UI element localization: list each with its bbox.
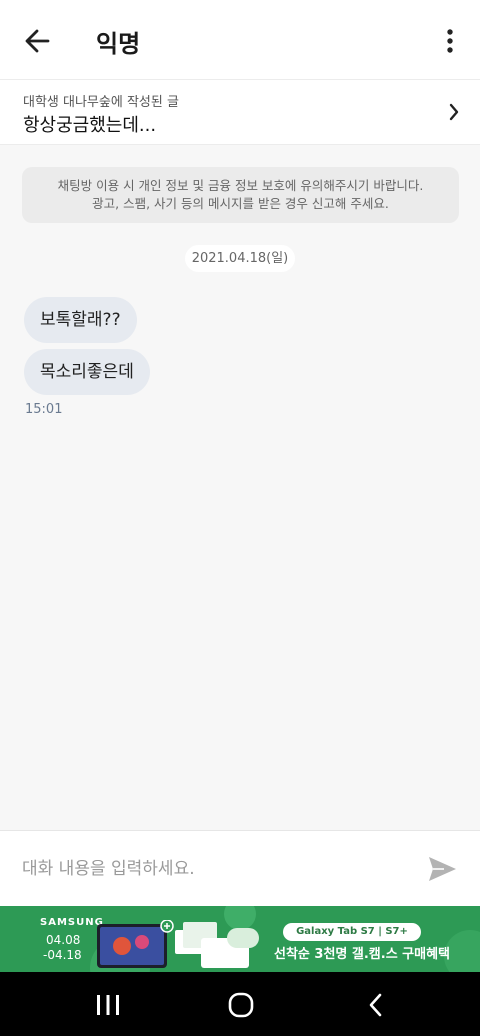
ad-date-start: 04.08 <box>46 933 81 947</box>
more-vertical-icon <box>447 29 453 53</box>
home-icon[interactable] <box>228 992 254 1018</box>
message-composer <box>0 830 480 906</box>
system-nav-bar <box>0 972 480 1036</box>
message-bubble[interactable]: 목소리좋은데 <box>24 349 150 395</box>
ad-brand: SAMSUNG <box>40 917 104 928</box>
notice-line-2: 광고, 스팸, 사기 등의 메시지를 받은 경우 신고해 주세요. <box>92 196 389 211</box>
page-title: 익명 <box>96 30 141 58</box>
send-icon <box>429 857 456 881</box>
post-link-bar[interactable]: 대학생 대나무숲에 작성된 글 항상궁금했는데... <box>0 80 480 145</box>
ad-product-pill: Galaxy Tab S7 | S7+ <box>283 923 421 941</box>
ad-headline: 선착순 3천명 갤.캠.스 구매혜택 <box>274 947 451 962</box>
message-input[interactable] <box>22 851 402 887</box>
chevron-right-icon <box>449 103 459 121</box>
safety-notice: 채팅방 이용 시 개인 정보 및 금융 정보 보호에 유의해주시기 바랍니다. … <box>22 167 459 223</box>
post-source-label: 대학생 대나무숲에 작성된 글 <box>23 95 179 110</box>
message-timestamp: 15:01 <box>25 402 63 417</box>
app-header: 익명 <box>0 0 480 80</box>
back-icon[interactable] <box>368 992 384 1018</box>
arrow-left-icon <box>25 29 50 53</box>
date-separator: 2021.04.18(일) <box>185 245 295 272</box>
post-title: 항상궁금했는데... <box>23 115 157 136</box>
ad-date-end: -04.18 <box>43 948 82 962</box>
back-button[interactable] <box>20 26 54 56</box>
more-options-button[interactable] <box>436 26 464 56</box>
notice-line-1: 채팅방 이용 시 개인 정보 및 금융 정보 보호에 유의해주시기 바랍니다. <box>57 178 424 193</box>
message-bubble[interactable]: 보톡할래?? <box>24 297 137 343</box>
send-button[interactable] <box>426 853 458 885</box>
recent-apps-icon[interactable] <box>96 994 120 1016</box>
tablet-product-image <box>97 920 259 968</box>
ad-banner[interactable]: SAMSUNG 04.08 -04.18 Galaxy Tab S7 | S7+… <box>0 906 480 972</box>
